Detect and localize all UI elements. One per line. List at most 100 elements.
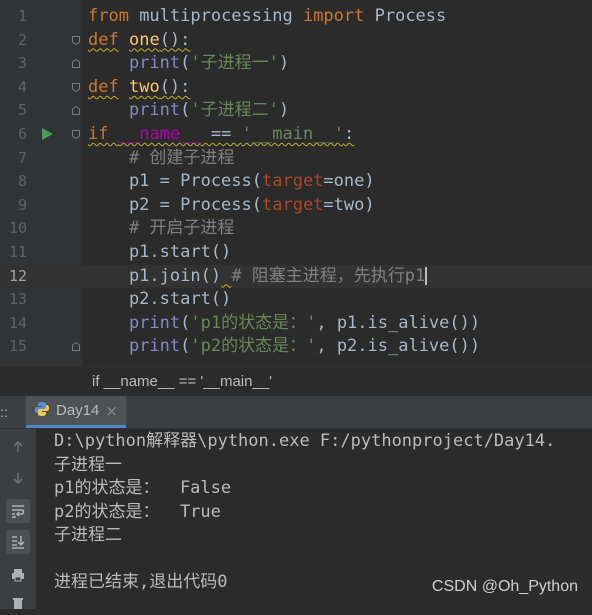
code-line[interactable]: 6 if __name__ == '__main__': <box>0 123 592 147</box>
soft-wrap-icon[interactable] <box>6 499 30 523</box>
fold-marker-icon[interactable] <box>72 59 80 69</box>
fold-marker-icon[interactable] <box>72 35 80 45</box>
console-line: D:\python解释器\python.exe F:/pythonproject… <box>54 431 556 451</box>
code-line[interactable]: 12 p1.join() # 阻塞主进程，先执行p1 <box>0 264 592 289</box>
code-line[interactable]: 10 # 开启子进程 <box>0 217 592 241</box>
code-token: '子进程二' <box>190 100 279 121</box>
code-token: == <box>200 124 242 144</box>
code-token: __name__ <box>118 124 201 144</box>
scroll-to-end-icon[interactable] <box>6 530 30 554</box>
fold-marker-icon[interactable] <box>72 130 80 139</box>
code-token: , p2.is_alive()) <box>316 336 481 357</box>
code-token: Process <box>364 6 447 26</box>
python-icon <box>34 401 50 421</box>
code-line[interactable]: 14 print('p1的状态是：', p1.is_alive()) <box>0 312 592 336</box>
console-line: p2的状态是： True <box>54 501 221 522</box>
close-icon[interactable]: × <box>105 402 118 420</box>
code-text[interactable]: def two(): <box>88 76 190 100</box>
code-text[interactable]: print('p1的状态是：', p1.is_alive()) <box>88 312 480 336</box>
code-token: from <box>88 6 129 26</box>
code-token: ( <box>180 53 191 74</box>
code-text[interactable]: from multiprocessing import Process <box>88 5 446 29</box>
code-text[interactable]: p1.join() # 阻塞主进程，先执行p1 <box>88 265 428 289</box>
code-text[interactable]: p2.start() <box>88 288 231 312</box>
up-arrow-icon[interactable] <box>6 435 30 459</box>
code-text[interactable]: def one(): <box>88 29 190 53</box>
code-token: p2.start() <box>88 289 232 310</box>
code-text[interactable]: print('p2的状态是：', p2.is_alive()) <box>88 335 480 359</box>
code-token: ) <box>278 100 290 121</box>
line-number: 2 <box>17 30 27 49</box>
code-token: 'p1的状态是：' <box>190 312 317 333</box>
code-token: print <box>128 312 181 333</box>
code-token: '__main__' <box>241 124 344 144</box>
code-token: ( <box>180 312 191 333</box>
code-line[interactable]: 4 def two(): <box>0 76 592 100</box>
run-gutter-icon[interactable] <box>42 128 53 140</box>
console-line: 子进程一 <box>54 454 122 475</box>
line-number: 14 <box>8 313 27 332</box>
code-token: '子进程一' <box>190 53 279 74</box>
code-token: =one) <box>323 171 375 192</box>
code-token: =two) <box>323 194 375 215</box>
code-line[interactable]: 13 p2.start() <box>0 288 592 312</box>
run-tab-bar: :: Day14 × <box>0 396 592 429</box>
run-tab-label: Day14 <box>56 402 100 419</box>
code-token: ) <box>278 53 290 74</box>
code-text[interactable]: # 创建子进程 <box>88 147 234 171</box>
code-line[interactable]: 5 print('子进程二') <box>0 99 592 123</box>
code-token: # 阻塞主进程，先执行p1 <box>231 265 426 286</box>
print-icon[interactable] <box>6 563 30 587</box>
code-line[interactable]: 9 p2 = Process(target=two) <box>0 194 592 218</box>
console-line: 进程已结束,退出代码0 <box>54 572 228 592</box>
line-number: 12 <box>8 266 27 285</box>
code-line[interactable]: 7 # 创建子进程 <box>0 147 592 171</box>
code-token: target <box>262 171 324 192</box>
code-line[interactable]: 2 def one(): <box>0 29 592 53</box>
code-token: print <box>128 100 181 121</box>
fold-marker-icon[interactable] <box>72 106 80 116</box>
code-token: : <box>343 124 355 144</box>
code-token: ( <box>180 336 191 357</box>
fold-marker-icon[interactable] <box>72 342 80 352</box>
code-text[interactable]: print('子进程一') <box>88 52 289 76</box>
line-number: 8 <box>17 172 27 191</box>
code-text[interactable]: p1.start() <box>88 241 231 265</box>
code-editor[interactable]: 1 from multiprocessing import Process 2 def… <box>0 0 592 366</box>
breadcrumb-label[interactable]: if __name__ == '__main__' <box>92 373 272 390</box>
code-line[interactable]: 15 print('p2的状态是：', p2.is_alive()) <box>0 335 592 359</box>
code-token: (): <box>159 29 191 50</box>
code-token: multiprocessing <box>128 6 303 26</box>
console-line: p1的状态是： False <box>54 478 232 498</box>
code-token: print <box>128 53 181 74</box>
code-text[interactable]: if __name__ == '__main__': <box>88 123 354 147</box>
code-line[interactable]: 11 p1.start() <box>0 241 592 265</box>
line-number: 1 <box>17 7 27 25</box>
code-text[interactable]: # 开启子进程 <box>88 217 234 241</box>
code-line[interactable]: 8 p1 = Process(target=one) <box>0 170 592 194</box>
code-token: def <box>88 29 119 50</box>
breadcrumb[interactable]: if __name__ == '__main__' <box>0 366 592 397</box>
code-line[interactable]: 3 print('子进程一') <box>0 52 592 76</box>
run-tab-day14[interactable]: Day14 × <box>26 396 126 428</box>
code-token: p1.start() <box>88 242 232 262</box>
code-token: 'p2的状态是：' <box>190 336 317 357</box>
code-text[interactable]: print('子进程二') <box>88 99 289 123</box>
line-number: 13 <box>8 290 27 309</box>
code-text[interactable]: p1 = Process(target=one) <box>88 170 375 194</box>
code-token: # 创建子进程 <box>128 147 235 168</box>
csdn-watermark: CSDN @Oh_Python <box>431 578 578 595</box>
trash-icon[interactable] <box>6 591 30 615</box>
down-arrow-icon[interactable] <box>6 466 30 490</box>
code-line[interactable]: 1 from multiprocessing import Process <box>0 5 592 29</box>
fold-marker-icon[interactable] <box>72 82 80 92</box>
code-text[interactable]: p2 = Process(target=two) <box>88 194 375 218</box>
code-token: p2 = Process( <box>88 194 262 215</box>
